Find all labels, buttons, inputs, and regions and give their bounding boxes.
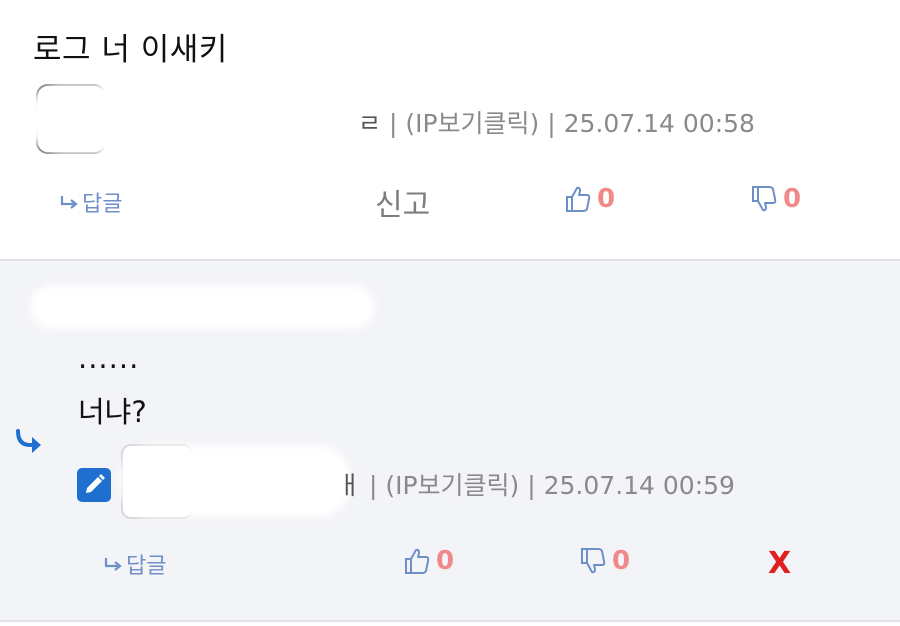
downvote-button[interactable]: 0 (749, 184, 801, 214)
nickname[interactable]: ㄹ (358, 109, 381, 138)
reply-button[interactable]: 답글 (104, 548, 166, 580)
thumbs-down-icon (581, 548, 606, 574)
comment-text: 로그 너 이새키 (33, 32, 228, 68)
reply-text-line: 너냐? (78, 395, 147, 429)
upvote-count: 0 (597, 184, 616, 214)
thumbs-down-icon (752, 186, 777, 212)
reply-label: 답글 (82, 192, 123, 217)
divider (0, 620, 900, 622)
delete-button[interactable]: X (768, 546, 791, 581)
reply-arrow-icon (60, 196, 78, 209)
upvote-button[interactable]: 0 (563, 184, 615, 214)
downvote-button[interactable]: 0 (578, 546, 630, 576)
comment: 로그 너 이새키 ㄹ | (IP보기클릭) | 25.07.14 00:58 답… (0, 0, 900, 260)
report-button[interactable]: 신고 (375, 180, 430, 224)
thumbs-up-icon (405, 548, 430, 574)
comment-thread: 로그 너 이새키 ㄹ | (IP보기클릭) | 25.07.14 00:58 답… (0, 0, 900, 626)
timestamp: 25.07.14 00:58 (563, 109, 755, 138)
pencil-icon (77, 468, 111, 502)
reply-label: 답글 (126, 554, 167, 579)
redacted-content (30, 285, 375, 329)
timestamp: 25.07.14 00:59 (543, 471, 735, 500)
comment-meta: ㄹ | (IP보기클릭) | 25.07.14 00:58 (358, 104, 755, 140)
reply-button[interactable]: 답글 (60, 186, 122, 218)
reply-indicator-icon (16, 429, 41, 453)
ip-view-link[interactable]: | (IP보기클릭) | (369, 471, 544, 500)
redacted-nickname (24, 82, 374, 156)
reply-arrow-icon (104, 558, 122, 571)
downvote-count: 0 (783, 184, 802, 214)
ip-view-link[interactable]: | (IP보기클릭) | (389, 109, 564, 138)
upvote-button[interactable]: 0 (402, 546, 454, 576)
downvote-count: 0 (612, 546, 631, 576)
upvote-count: 0 (436, 546, 455, 576)
reply-text-line: ...... (78, 341, 140, 375)
nickname[interactable]: ㅐ (338, 471, 361, 500)
redacted-nickname (120, 445, 350, 517)
thumbs-up-icon (566, 186, 591, 212)
reply-meta: ㅐ | (IP보기클릭) | 25.07.14 00:59 (338, 466, 735, 502)
